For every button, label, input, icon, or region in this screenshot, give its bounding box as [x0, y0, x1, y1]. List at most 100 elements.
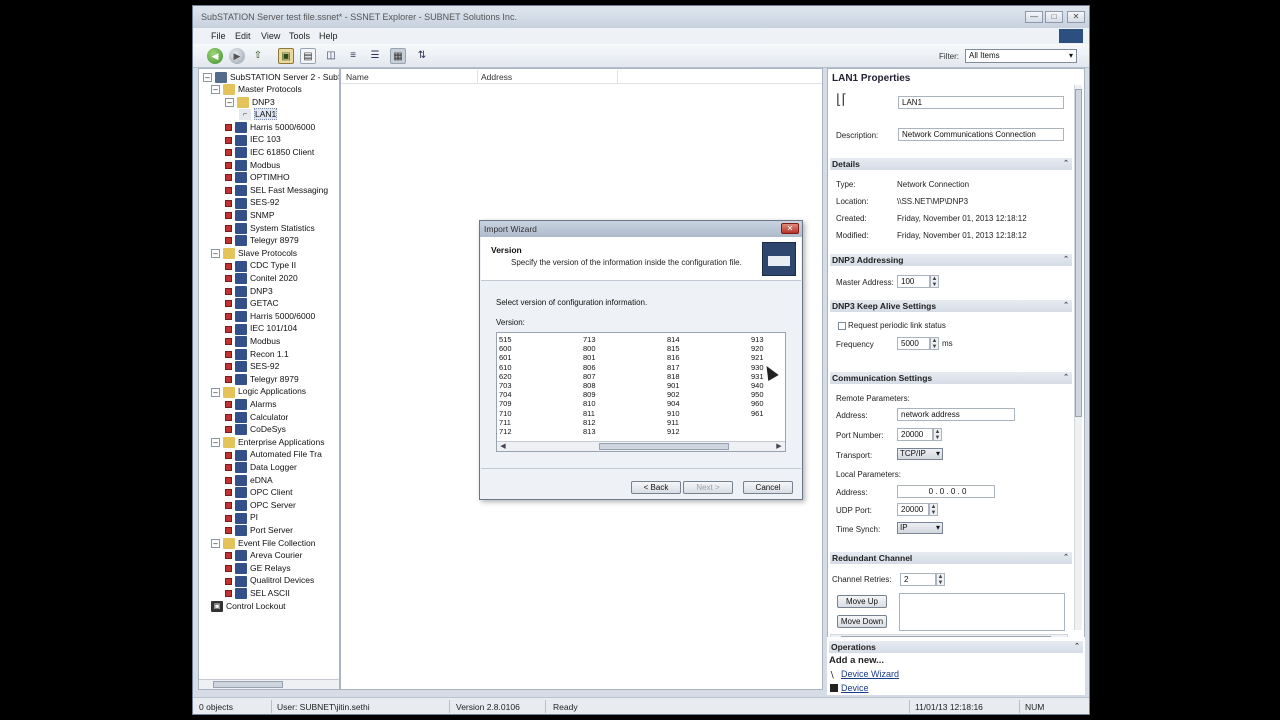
tree-item[interactable]: Telegyr 8979 [225, 373, 299, 386]
version-item[interactable]: 921 [749, 353, 819, 362]
dialog-close-icon[interactable]: ✕ [781, 223, 799, 234]
version-item[interactable]: 800 [581, 344, 651, 353]
menu-file[interactable]: File [211, 31, 226, 41]
description-field[interactable]: Network Communications Connection [898, 128, 1064, 141]
version-item[interactable]: 815 [665, 344, 735, 353]
tree-item[interactable]: Modbus [225, 159, 280, 171]
collapse-icon[interactable]: – [211, 387, 220, 397]
forward-arrow-icon[interactable]: ▶ [229, 48, 245, 64]
version-item[interactable]: 601 [497, 353, 567, 362]
tree-item[interactable]: SEL Fast Messaging [225, 184, 328, 197]
version-item[interactable]: 913 [749, 335, 819, 344]
move-down-button[interactable]: Move Down [837, 615, 887, 628]
tree-item[interactable]: OPC Server [225, 499, 296, 512]
channel-retries-spinner[interactable]: ▲ ▼ [936, 573, 945, 586]
tree-item[interactable]: Modbus [225, 335, 280, 348]
minimize-button[interactable]: — [1025, 11, 1043, 23]
tree-item[interactable]: Conitel 2020 [225, 272, 298, 285]
version-item[interactable]: 816 [665, 353, 735, 362]
tree-item[interactable]: IEC 103 [225, 133, 281, 146]
name-field[interactable]: LAN1 [898, 96, 1064, 109]
back-button[interactable]: < Back [631, 481, 681, 494]
device-link[interactable]: Device [841, 683, 869, 693]
tree-item[interactable]: Recon 1.1 [225, 348, 289, 360]
version-item[interactable]: 811 [581, 409, 651, 418]
tree-root[interactable]: – SubSTATION Server 2 - SubST [203, 71, 339, 84]
version-item[interactable]: 920 [749, 344, 819, 353]
tree-item[interactable]: Telegyr 8979 [225, 234, 299, 247]
version-item[interactable]: 902 [665, 390, 735, 399]
tree-item[interactable]: – Event File Collection [211, 537, 315, 549]
version-item[interactable]: 712 [497, 427, 567, 436]
tree-item[interactable]: IEC 61850 Client [225, 146, 314, 159]
channel-retries-field[interactable]: 2 [900, 573, 936, 586]
tree-item[interactable]: SES-92 [225, 196, 279, 209]
collapse-chevron-icon[interactable]: ⌃ [1063, 552, 1069, 564]
redundant-channel-list[interactable] [899, 593, 1065, 631]
tree-item[interactable]: eDNA [225, 474, 273, 486]
master-address-field[interactable]: 100 [897, 275, 930, 288]
back-arrow-icon[interactable]: ◀ [207, 48, 223, 64]
scroll-left-icon[interactable]: ◀ [498, 442, 508, 451]
version-item[interactable]: 806 [581, 363, 651, 372]
version-item[interactable]: 610 [497, 363, 567, 372]
tree-item[interactable]: – Enterprise Applications [211, 436, 324, 449]
scroll-thumb[interactable] [1075, 89, 1082, 417]
version-item[interactable]: 713 [581, 335, 651, 344]
sort-icon[interactable]: ⇅ [414, 48, 430, 64]
menu-help[interactable]: Help [319, 31, 338, 41]
tree-item[interactable]: Harris 5000/6000 [225, 310, 315, 323]
version-item[interactable]: 709 [497, 399, 567, 408]
tree-item[interactable]: SEL ASCII [225, 587, 290, 600]
communication-settings-header[interactable]: Communication Settings ⌃ [830, 372, 1072, 384]
frequency-field[interactable]: 5000 [897, 337, 930, 350]
tree-item[interactable]: OPC Client [225, 486, 293, 499]
collapse-chevron-icon[interactable]: ⌃ [1063, 254, 1069, 266]
dnp3-addressing-header[interactable]: DNP3 Addressing ⌃ [830, 254, 1072, 266]
collapse-icon[interactable]: – [211, 85, 220, 95]
folders-view-icon[interactable]: ▣ [278, 48, 294, 64]
tree-item[interactable]: ▣ Control Lockout [211, 600, 286, 612]
version-item[interactable]: 901 [665, 381, 735, 390]
version-item[interactable]: 940 [749, 381, 819, 390]
collapse-chevron-icon[interactable]: ⌃ [1063, 372, 1069, 384]
version-item[interactable]: 710 [497, 409, 567, 418]
version-item[interactable]: 960 [749, 399, 819, 408]
up-folder-icon[interactable]: ⇧ [250, 48, 266, 64]
menu-tools[interactable]: Tools [289, 31, 310, 41]
port-number-field[interactable]: 20000 [897, 428, 933, 441]
tree-item[interactable]: Data Logger [225, 461, 297, 474]
version-item[interactable]: 703 [497, 381, 567, 390]
collapse-icon[interactable]: – [203, 73, 212, 83]
tree-item[interactable]: PI [225, 511, 258, 524]
tree-item[interactable]: Calculator [225, 411, 288, 423]
tree-item[interactable]: Qualitrol Devices [225, 574, 314, 587]
tree-item[interactable]: Harris 5000/6000 [225, 121, 315, 134]
tree-item[interactable]: Port Server [225, 524, 293, 537]
master-address-spinner[interactable]: ▲ ▼ [930, 275, 939, 288]
version-list-scrollbar[interactable]: ◀ ▶ [497, 441, 785, 451]
tree-item[interactable]: Alarms [225, 398, 276, 411]
collapse-chevron-icon[interactable]: ⌃ [1074, 641, 1080, 653]
move-up-button[interactable]: Move Up [837, 595, 887, 608]
tree-item[interactable]: DNP3 [225, 285, 273, 297]
tree-item[interactable]: Automated File Tra [225, 448, 322, 461]
tree-item[interactable]: – DNP3 [225, 96, 275, 108]
properties-vertical-scrollbar[interactable] [1074, 85, 1082, 630]
tree-item[interactable]: OPTIMHO [225, 171, 290, 184]
udp-port-spinner[interactable]: ▲ ▼ [929, 503, 938, 516]
version-item[interactable]: 807 [581, 372, 651, 381]
version-item[interactable]: 515 [497, 335, 567, 344]
tree-item[interactable]: Areva Courier [225, 549, 302, 562]
udp-port-field[interactable]: 20000 [897, 503, 929, 516]
tree-item[interactable]: SES-92 [225, 360, 279, 373]
collapse-icon[interactable]: – [225, 97, 234, 107]
small-icons-icon[interactable]: ≡ [345, 48, 361, 64]
version-item[interactable]: 950 [749, 390, 819, 399]
tree-item[interactable]: – Logic Applications [211, 385, 306, 398]
version-item[interactable]: 904 [665, 399, 735, 408]
tree-item[interactable]: GE Relays [225, 562, 291, 575]
version-item[interactable]: 814 [665, 335, 735, 344]
tree-item[interactable]: IEC 101/104 [225, 322, 297, 335]
version-item[interactable]: 600 [497, 344, 567, 353]
